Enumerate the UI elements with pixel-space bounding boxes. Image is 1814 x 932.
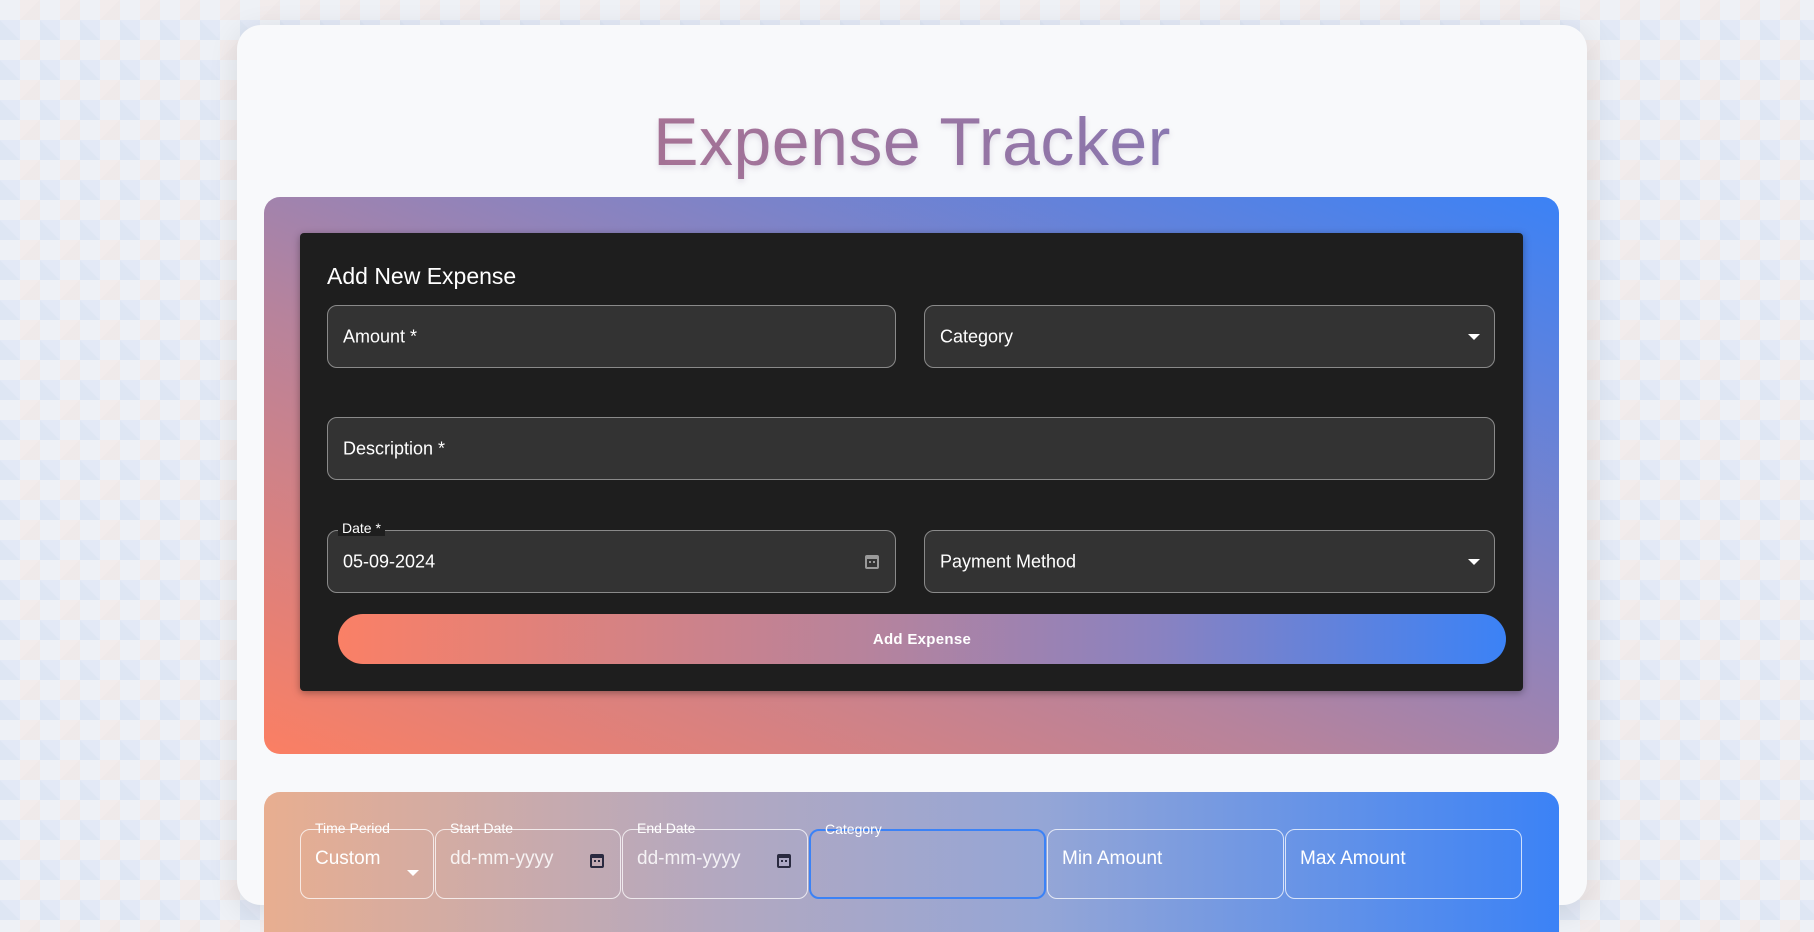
end-date-field[interactable]: End Date dd-mm-yyyy (622, 820, 808, 899)
end-date-label: End Date (637, 820, 696, 836)
time-period-label: Time Period (315, 820, 390, 836)
form-title: Add New Expense (327, 263, 517, 289)
date-label: Date * (338, 520, 385, 536)
amount-field[interactable]: Amount * (327, 305, 896, 368)
add-expense-form: Add New Expense Amount * Category Descri… (300, 233, 1523, 691)
filter-category-label: Category (825, 821, 882, 837)
date-field[interactable]: Date * 05-09-2024 (327, 520, 896, 593)
calendar-icon[interactable] (590, 854, 604, 868)
start-date-field[interactable]: Start Date dd-mm-yyyy (435, 820, 621, 899)
add-expense-panel: Add New Expense Amount * Category Descri… (264, 197, 1559, 754)
max-amount-field[interactable]: Max Amount (1285, 829, 1522, 899)
chevron-down-icon[interactable] (398, 858, 428, 888)
date-value: 05-09-2024 (343, 551, 436, 571)
app-container: Expense Tracker Add New Expense Amount *… (237, 25, 1587, 932)
chevron-down-icon[interactable] (1459, 322, 1489, 352)
category-select[interactable]: Category (924, 305, 1495, 368)
calendar-icon[interactable] (777, 854, 791, 868)
filter-category-select[interactable]: Category (809, 821, 1046, 899)
amount-label: Amount * (343, 326, 418, 346)
page-title: Expense Tracker (237, 103, 1587, 181)
description-field[interactable]: Description * (327, 417, 1495, 480)
description-label: Description * (343, 438, 446, 458)
filter-panel: Time Period Custom Start Date dd-mm-yyyy… (264, 792, 1559, 932)
start-date-label: Start Date (450, 820, 514, 836)
category-label: Category (940, 326, 1014, 346)
payment-method-select[interactable]: Payment Method (924, 530, 1495, 593)
chevron-down-icon[interactable] (1459, 547, 1489, 577)
payment-method-label: Payment Method (940, 551, 1077, 571)
time-period-select[interactable]: Time Period Custom (300, 820, 434, 899)
min-amount-field[interactable]: Min Amount (1047, 829, 1284, 899)
add-expense-button[interactable]: Add Expense (338, 614, 1506, 664)
calendar-icon[interactable] (865, 554, 879, 569)
